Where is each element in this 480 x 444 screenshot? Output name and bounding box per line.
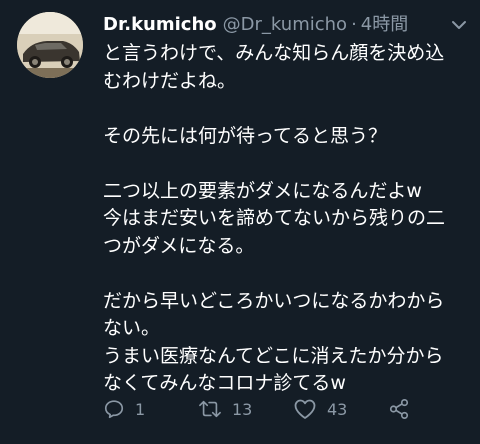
tweet-line [103, 260, 475, 288]
heart-icon [294, 399, 316, 419]
like-count: 43 [327, 399, 348, 419]
tweet-line: 今はまだ安いを諦めてないから残りの二 [103, 207, 446, 229]
retweet-button[interactable]: 13 [198, 398, 293, 420]
tweet-line: その先には何が待ってると思う？ [103, 124, 388, 147]
tweet-header: Dr.kumicho @Dr_kumicho · 4時間 [103, 12, 468, 38]
share-icon [389, 399, 409, 419]
retweet-icon [199, 400, 221, 418]
display-name[interactable]: Dr.kumicho [103, 12, 217, 38]
car-photo-icon [17, 12, 83, 78]
timestamp[interactable]: 4時間 [361, 12, 408, 38]
chevron-down-icon[interactable] [450, 16, 468, 34]
tweet-line: 二つ以上の要素がダメになるんだよw [103, 179, 422, 202]
reply-button[interactable]: 1 [103, 398, 198, 420]
tweet-line [103, 95, 475, 123]
user-handle[interactable]: @Dr_kumicho [223, 12, 347, 38]
tweet-line: だから早いどころかいつになるかわから [103, 289, 445, 312]
tweet-line: と言うわけで、みんな知らん顔を決め込 [103, 42, 445, 64]
reply-count: 1 [135, 399, 146, 419]
reply-icon [104, 400, 124, 419]
tweet-line: ない。 [103, 317, 161, 339]
separator-dot: · [351, 14, 357, 35]
tweet[interactable]: Dr.kumicho @Dr_kumicho · 4時間 と言うわけで、みんな知… [0, 0, 480, 444]
tweet-line: うまい医療なんてどこに消えたか分から [103, 344, 444, 367]
tweet-line: つがダメになる。 [103, 234, 255, 257]
tweet-line [103, 150, 475, 178]
like-button[interactable]: 43 [293, 398, 388, 420]
share-button[interactable] [388, 398, 410, 420]
tweet-actions: 1 13 43 [103, 394, 410, 424]
avatar[interactable] [17, 12, 83, 78]
tweet-text: と言うわけで、みんな知らん顔を決め込 むわけだよね。 その先には何が待ってると思… [103, 40, 475, 398]
tweet-line: むわけだよね。 [103, 69, 237, 92]
retweet-count: 13 [232, 399, 253, 419]
